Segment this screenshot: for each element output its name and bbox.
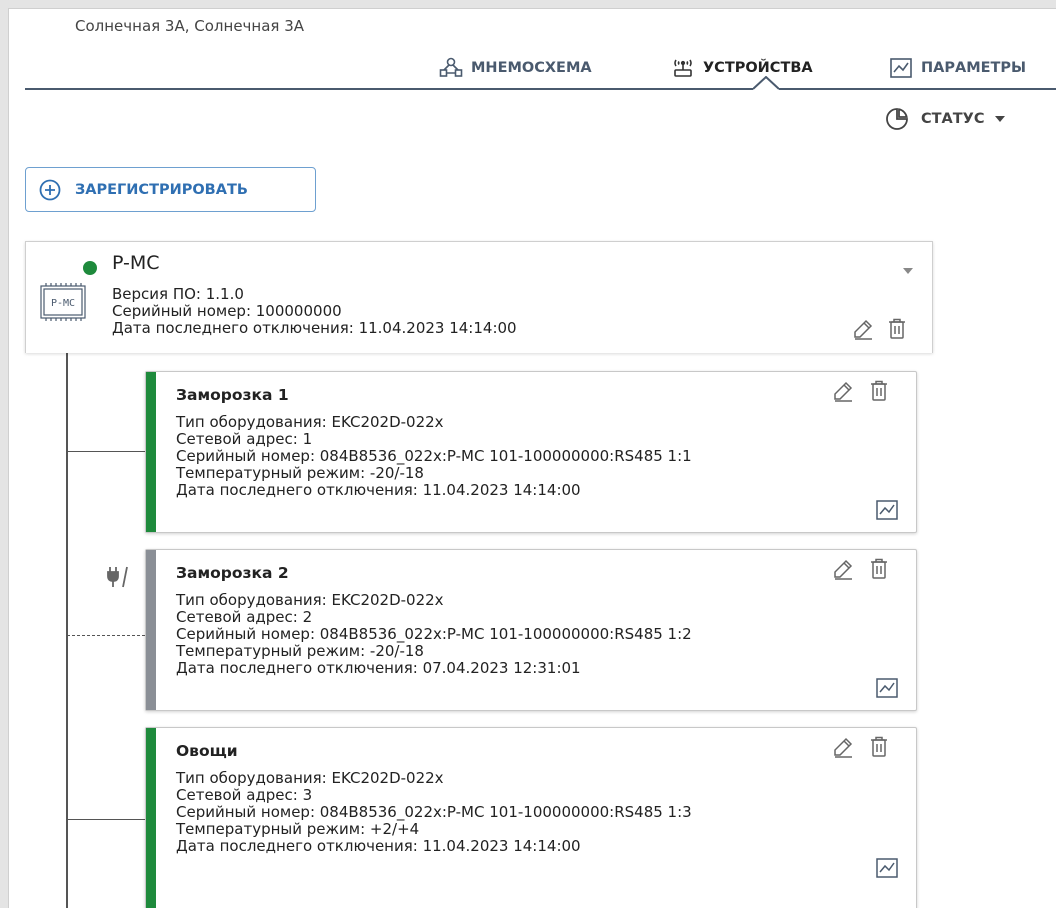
pie-chart-icon <box>885 107 909 131</box>
parameters-icon <box>889 57 913 79</box>
chevron-down-icon <box>994 115 1006 123</box>
device-actions <box>852 318 906 340</box>
status-stripe <box>146 550 156 710</box>
trash-icon[interactable] <box>870 380 888 402</box>
trash-icon[interactable] <box>870 736 888 758</box>
network-address: Сетевой адрес: 2 <box>176 608 313 626</box>
device-last-disconnect: Дата последнего отключения: 11.04.2023 1… <box>112 319 517 337</box>
mnemonic-icon <box>439 57 463 79</box>
equipment-type: Тип оборудования: EKC202D-022x <box>176 769 444 787</box>
controller-card[interactable]: Заморозка 1 Тип оборудования: EKC202D-02… <box>145 371 917 533</box>
device-serial: Серийный номер: 100000000 <box>112 302 342 320</box>
temperature-mode: Температурный режим: -20/-18 <box>176 642 424 660</box>
register-label: ЗАРЕГИСТРИРОВАТЬ <box>75 181 248 198</box>
tab-label: МНЕМОСХЕМА <box>471 60 592 76</box>
plus-circle-icon <box>39 179 61 201</box>
temperature-mode: Температурный режим: -20/-18 <box>176 464 424 482</box>
network-address: Сетевой адрес: 1 <box>176 430 313 448</box>
controller-card[interactable]: Овощи Тип оборудования: EKC202D-022x Сет… <box>145 727 917 908</box>
device-firmware: Версия ПО: 1.1.0 <box>112 285 244 303</box>
register-button[interactable]: ЗАРЕГИСТРИРОВАТЬ <box>25 167 316 212</box>
serial-number: Серийный номер: 084B8536_022x:P-MC 101-1… <box>176 447 692 465</box>
controller-actions <box>832 558 888 580</box>
chevron-down-icon[interactable] <box>902 260 914 279</box>
chart-icon[interactable] <box>876 858 898 882</box>
last-disconnect: Дата последнего отключения: 07.04.2023 1… <box>176 659 581 677</box>
device-name: P-MC <box>112 252 160 274</box>
controller-title: Заморозка 2 <box>176 564 289 582</box>
controller-card[interactable]: Заморозка 2 Тип оборудования: EKC202D-02… <box>145 549 917 711</box>
tree-branch <box>66 819 146 820</box>
status-label: СТАТУС <box>921 111 985 127</box>
controller-actions <box>832 736 888 758</box>
device-info: Версия ПО: 1.1.0 Серийный номер: 1000000… <box>112 286 517 337</box>
active-tab-indicator <box>753 76 779 90</box>
edit-icon[interactable] <box>832 380 854 402</box>
chart-icon[interactable] <box>876 500 898 524</box>
edit-icon[interactable] <box>852 318 874 340</box>
location-label: Солнечная 3А, Солнечная 3А <box>75 17 304 35</box>
controller-info: Тип оборудования: EKC202D-022x Сетевой а… <box>176 592 692 677</box>
gateway-card[interactable]: P-MC P-MC Версия ПО: 1.1.0 Серийный номе… <box>25 241 933 353</box>
app-frame: Солнечная 3А, Солнечная 3А МНЕМОСХЕМА УС… <box>8 8 1056 908</box>
status-stripe <box>146 728 156 908</box>
temperature-mode: Температурный режим: +2/+4 <box>176 820 420 838</box>
trash-icon[interactable] <box>870 558 888 580</box>
status-stripe <box>146 372 156 532</box>
network-address: Сетевой адрес: 3 <box>176 786 313 804</box>
tab-parameters[interactable]: ПАРАМЕТРЫ <box>889 57 1026 79</box>
tab-label: УСТРОЙСТВА <box>703 60 813 76</box>
tab-underline <box>25 88 1056 90</box>
last-disconnect: Дата последнего отключения: 11.04.2023 1… <box>176 837 581 855</box>
serial-number: Серийный номер: 084B8536_022x:P-MC 101-1… <box>176 625 692 643</box>
controller-title: Заморозка 1 <box>176 386 289 404</box>
tab-label: ПАРАМЕТРЫ <box>921 60 1027 76</box>
edit-icon[interactable] <box>832 558 854 580</box>
devices-icon <box>671 57 695 79</box>
disconnected-plug-icon <box>107 565 133 593</box>
status-dropdown[interactable]: СТАТУС <box>885 107 1006 131</box>
last-disconnect: Дата последнего отключения: 11.04.2023 1… <box>176 481 581 499</box>
controller-info: Тип оборудования: EKC202D-022x Сетевой а… <box>176 770 692 855</box>
edit-icon[interactable] <box>832 736 854 758</box>
equipment-type: Тип оборудования: EKC202D-022x <box>176 591 444 609</box>
tab-mnemonic[interactable]: МНЕМОСХЕМА <box>439 57 592 79</box>
tab-devices[interactable]: УСТРОЙСТВА <box>671 57 813 79</box>
gateway-badge: P-MC <box>51 298 75 309</box>
chart-icon[interactable] <box>876 678 898 702</box>
trash-icon[interactable] <box>888 318 906 340</box>
serial-number: Серийный номер: 084B8536_022x:P-MC 101-1… <box>176 803 692 821</box>
controller-actions <box>832 380 888 402</box>
tree-branch <box>66 451 146 452</box>
gateway-icon: P-MC <box>40 283 94 327</box>
equipment-type: Тип оборудования: EKC202D-022x <box>176 413 444 431</box>
tree-branch-disconnected <box>67 635 145 636</box>
controller-title: Овощи <box>176 742 238 760</box>
controller-info: Тип оборудования: EKC202D-022x Сетевой а… <box>176 414 692 499</box>
online-status-dot <box>83 261 97 275</box>
